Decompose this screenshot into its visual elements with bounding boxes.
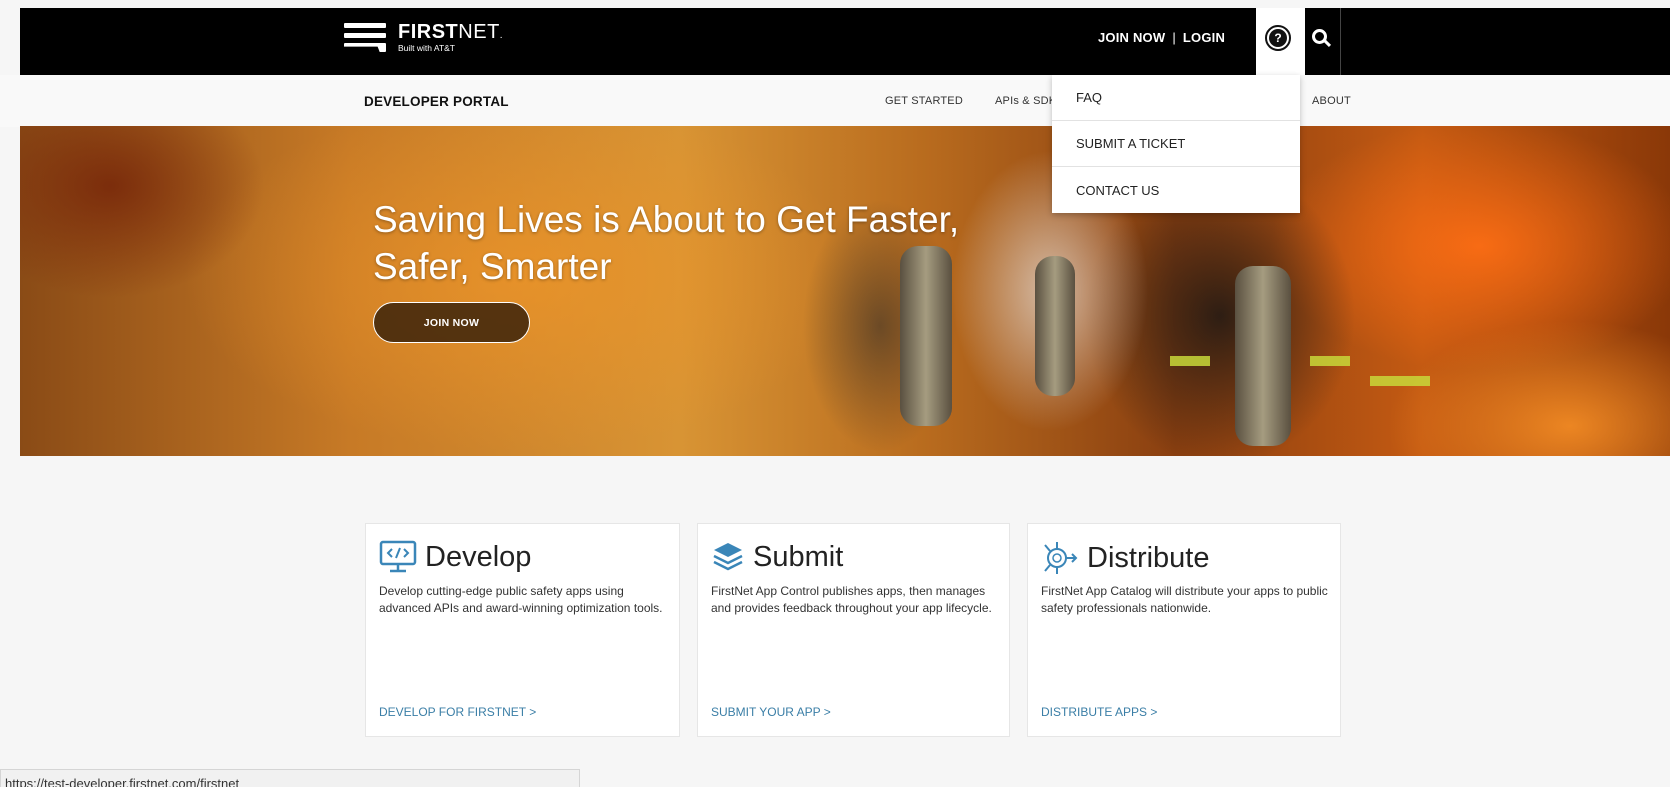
firstnet-logo[interactable]: FIRSTNET. Built with AT&T bbox=[344, 14, 504, 54]
submit-your-app-link[interactable]: SUBMIT YOUR APP > bbox=[711, 705, 831, 719]
hero-join-now-button[interactable]: JOIN NOW bbox=[373, 302, 530, 343]
hero-reflective-stripe bbox=[1370, 376, 1430, 386]
card-title: Develop bbox=[425, 540, 532, 573]
firstnet-logo-icon bbox=[344, 14, 389, 52]
card-header: Submit bbox=[711, 540, 843, 574]
dropdown-item-faq[interactable]: FAQ bbox=[1052, 75, 1300, 121]
hero-title-line1: Saving Lives is About to Get Faster, bbox=[373, 199, 960, 240]
card-title: Submit bbox=[753, 540, 844, 573]
hero-air-tank bbox=[1035, 256, 1075, 396]
account-links: JOIN NOW | LOGIN bbox=[1098, 30, 1225, 45]
card-develop: Develop Develop cutting-edge public safe… bbox=[365, 523, 680, 737]
develop-for-firstnet-link[interactable]: DEVELOP FOR FIRSTNET > bbox=[379, 705, 536, 719]
card-description: FirstNet App Catalog will distribute you… bbox=[1041, 584, 1328, 615]
hero-reflective-stripe bbox=[1170, 356, 1210, 366]
nav-get-started[interactable]: GET STARTED bbox=[885, 95, 963, 107]
nav-apis-sdk[interactable]: APIs & SDK bbox=[995, 95, 1056, 107]
card-description: FirstNet App Control publishes apps, the… bbox=[711, 584, 992, 615]
join-now-link[interactable]: JOIN NOW bbox=[1098, 30, 1165, 45]
browser-status-url: https://test-developer.firstnet.com/firs… bbox=[0, 769, 580, 787]
card-description: Develop cutting-edge public safety apps … bbox=[379, 584, 663, 615]
logo-text: FIRSTNET. Built with AT&T bbox=[398, 21, 504, 53]
hero-air-tank bbox=[1235, 266, 1291, 446]
monitor-code-icon bbox=[379, 540, 417, 573]
brand-light: NET bbox=[458, 21, 500, 43]
portal-title[interactable]: DEVELOPER PORTAL bbox=[364, 94, 509, 109]
card-header: Distribute bbox=[1041, 540, 1210, 576]
nav-about[interactable]: ABOUT bbox=[1312, 95, 1351, 107]
card-header: Develop bbox=[379, 540, 531, 574]
card-title: Distribute bbox=[1087, 541, 1210, 574]
help-circle-icon[interactable]: ? bbox=[1265, 25, 1291, 51]
hero-reflective-stripe bbox=[1310, 356, 1350, 366]
dropdown-item-contact-us[interactable]: CONTACT US bbox=[1052, 167, 1300, 213]
distribute-network-icon bbox=[1044, 542, 1078, 574]
help-glyph: ? bbox=[1269, 29, 1287, 47]
link-separator: | bbox=[1172, 30, 1176, 45]
hero-title: Saving Lives is About to Get Faster, Saf… bbox=[373, 196, 959, 290]
brand-bold: FIRST bbox=[398, 21, 459, 43]
help-dropdown: FAQ SUBMIT A TICKET CONTACT US bbox=[1052, 75, 1300, 213]
secondary-nav bbox=[0, 75, 1670, 127]
card-submit: Submit FirstNet App Control publishes ap… bbox=[697, 523, 1010, 737]
login-link[interactable]: LOGIN bbox=[1183, 30, 1225, 45]
hero-title-line2: Safer, Smarter bbox=[373, 246, 612, 287]
top-navbar bbox=[20, 8, 1670, 75]
search-icon[interactable] bbox=[1312, 29, 1334, 51]
card-distribute: Distribute FirstNet App Catalog will dis… bbox=[1027, 523, 1341, 737]
navbar-divider bbox=[1340, 8, 1341, 75]
dropdown-item-submit-ticket[interactable]: SUBMIT A TICKET bbox=[1052, 121, 1300, 167]
stack-layers-icon bbox=[713, 543, 743, 571]
distribute-apps-link[interactable]: DISTRIBUTE APPS > bbox=[1041, 705, 1157, 719]
brand-subtitle: Built with AT&T bbox=[398, 43, 455, 53]
hero-banner bbox=[20, 126, 1670, 456]
